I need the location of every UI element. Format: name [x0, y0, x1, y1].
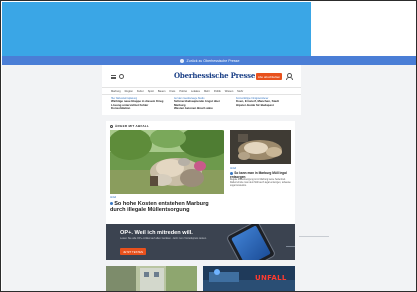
screenshot-frame: Zurück zu Oberhessische Presse Oberhessi…	[0, 0, 417, 292]
article-headline-text[interactable]: So hohe Kosten entstehen Marburg durch i…	[110, 201, 209, 213]
site-header: Oberhessische Presse Abo abschließen	[102, 65, 301, 87]
subscription-banner: OP+. Weil ich mitreden will. Lesen Sie a…	[106, 224, 295, 260]
bottom-article-image[interactable]: UNFALL	[203, 266, 295, 291]
phone-illustration	[225, 224, 277, 260]
trash-photo	[110, 130, 224, 194]
divider	[286, 246, 295, 247]
browser-top-right-panel	[311, 2, 416, 56]
side-article-title-text[interactable]: So kann man in Marburg Müll legal entsor…	[230, 171, 287, 179]
nav-item[interactable]: Kultur	[137, 90, 144, 93]
side-article-kicker: Abfall	[230, 167, 236, 170]
op-plus-icon	[110, 201, 114, 206]
teaser-item[interactable]: Hier Nahverkehrsplanung Wichtige neue Et…	[111, 98, 166, 111]
street-photo	[106, 266, 197, 291]
nav-item[interactable]: Mehr	[237, 90, 243, 93]
banner-cta-button[interactable]: JETZT TESTEN	[120, 248, 146, 255]
teaser-item[interactable]: Auf dem Gewitterwege Studio Schmerzbehau…	[174, 98, 229, 111]
section-title: ÄRGER MIT ABFALL	[110, 124, 149, 128]
promo-text: Zurück zu Oberhessische Presse	[186, 58, 240, 63]
top-teasers: Hier Nahverkehrsplanung Wichtige neue Et…	[102, 95, 301, 115]
nav-item[interactable]: Bauen	[158, 90, 166, 93]
user-icon[interactable]	[286, 73, 293, 80]
phone-screen	[231, 225, 271, 260]
banner-text: Lesen Sie alle OP+-Artikel auf allen Ger…	[120, 237, 207, 240]
topic-card: ÄRGER MIT ABFALL Abfall So hohe Kosten e…	[106, 121, 295, 228]
nav-item[interactable]: Sport	[148, 90, 154, 93]
search-icon[interactable]	[119, 74, 124, 79]
site-logo[interactable]: Oberhessische Presse	[174, 71, 255, 80]
nav-item[interactable]: Region	[125, 90, 133, 93]
side-article-title[interactable]: So kann man in Marburg Müll legal entsor…	[230, 171, 291, 179]
nav-item[interactable]: Wissen	[225, 90, 234, 93]
night-trash-photo	[230, 130, 291, 164]
bottom-article-image[interactable]	[106, 266, 197, 291]
nav-item[interactable]: Marburg	[111, 90, 121, 93]
divider	[299, 236, 329, 237]
teaser-snippet: Lösung untersichtet Fehler Konsolidation	[111, 102, 149, 111]
nav-item[interactable]: Polizei	[179, 90, 187, 93]
article-kicker: Abfall	[110, 196, 116, 199]
topic-icon	[110, 124, 113, 128]
menu-icon[interactable]	[111, 75, 116, 79]
web-page: Zurück zu Oberhessische Presse Oberhessi…	[2, 56, 416, 291]
info-icon	[179, 58, 184, 63]
banner-title: OP+. Weil ich mitreden will.	[120, 230, 193, 236]
promo-bar[interactable]: Zurück zu Oberhessische Presse	[2, 56, 416, 65]
accident-sign-text: UNFALL	[255, 274, 287, 282]
nav-item[interactable]: Kreis	[169, 90, 175, 93]
main-article-image[interactable]	[110, 130, 224, 194]
teaser-snippet: Westen betonen Bruch wäre	[174, 106, 213, 111]
nav-item[interactable]: Politik	[214, 90, 221, 93]
teaser-snippet: Hipster-Guide für Budapest	[236, 102, 274, 107]
nav-item[interactable]: Lokales	[191, 90, 200, 93]
section-title-text: ÄRGER MIT ABFALL	[115, 124, 150, 128]
browser-top-bar	[2, 2, 311, 56]
article-headline[interactable]: So hohe Kosten entstehen Marburg durch i…	[110, 201, 224, 214]
main-navigation: Marburg Region Kultur Sport Bauen Kreis …	[102, 87, 301, 95]
subscribe-button[interactable]: Abo abschließen	[256, 73, 282, 80]
side-article-text: Illegale Müllentsorgung ist in Marburg k…	[230, 179, 291, 188]
side-article-image[interactable]	[230, 130, 291, 164]
nav-item[interactable]: Mehr	[204, 90, 210, 93]
teaser-item[interactable]: Konzertklöppe Königsteindiener Koen, Ern…	[236, 98, 291, 107]
